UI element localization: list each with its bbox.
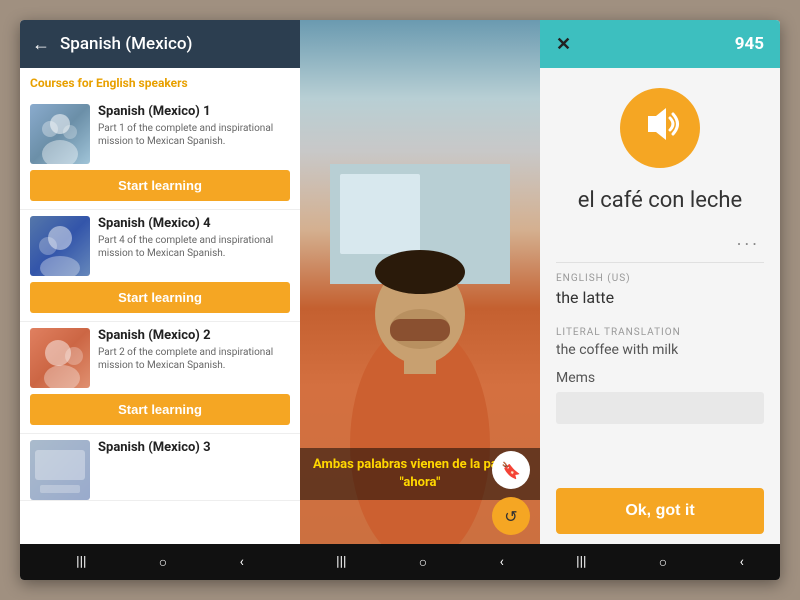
- left-title: Spanish (Mexico): [60, 34, 192, 54]
- video-controls: 🔖 ↺: [492, 451, 530, 535]
- right-nav-home-icon[interactable]: ○: [659, 554, 667, 571]
- left-panel: ← Spanish (Mexico) Courses for English s…: [20, 20, 300, 580]
- left-nav-home-icon[interactable]: ○: [159, 554, 167, 571]
- course-desc-2: Part 4 of the complete and inspirational…: [98, 234, 290, 260]
- course-title-1: Spanish (Mexico) 1: [98, 104, 290, 119]
- mems-section: Mems: [556, 370, 764, 436]
- right-nav-menu-icon[interactable]: |||: [576, 554, 586, 570]
- right-nav-bar: ||| ○ ‹: [540, 544, 780, 580]
- close-button[interactable]: ✕: [556, 34, 571, 55]
- course-info-1: Spanish (Mexico) 1 Part 1 of the complet…: [98, 104, 290, 148]
- left-nav-menu-icon[interactable]: |||: [76, 554, 86, 570]
- mid-nav-home-icon[interactable]: ○: [419, 554, 427, 571]
- course-info-4: Spanish (Mexico) 3: [98, 440, 290, 458]
- course-thumb-3: [30, 328, 90, 388]
- start-learning-btn-2[interactable]: Start learning: [30, 282, 290, 313]
- mid-nav-menu-icon[interactable]: |||: [336, 554, 346, 570]
- back-button[interactable]: ←: [32, 34, 50, 55]
- course-desc-3: Part 2 of the complete and inspirational…: [98, 346, 290, 372]
- english-label: ENGLISH (US): [556, 273, 764, 284]
- right-nav-back-icon[interactable]: ‹: [740, 554, 744, 570]
- phrase-display: el café con leche: [578, 188, 742, 213]
- course-thumb-2: [30, 216, 90, 276]
- ok-got-it-button[interactable]: Ok, got it: [556, 488, 764, 534]
- bookmark-button[interactable]: 🔖: [492, 451, 530, 489]
- course-item-3: Spanish (Mexico) 2 Part 2 of the complet…: [20, 322, 300, 434]
- course-item-2: Spanish (Mexico) 4 Part 4 of the complet…: [20, 210, 300, 322]
- left-header: ← Spanish (Mexico): [20, 20, 300, 68]
- literal-section: LITERAL TRANSLATION the coffee with milk: [556, 327, 764, 370]
- english-translation: the latte: [556, 288, 764, 307]
- course-desc-1: Part 1 of the complete and inspirational…: [98, 122, 290, 148]
- middle-panel: Ambas palabras vienen de la palabra "aho…: [300, 20, 540, 580]
- course-title-2: Spanish (Mexico) 4: [98, 216, 290, 231]
- mid-nav-back-icon[interactable]: ‹: [500, 554, 504, 570]
- right-panel: ✕ 945 el café con leche ... ENGLISH (US)…: [540, 20, 780, 580]
- literal-label: LITERAL TRANSLATION: [556, 327, 764, 338]
- course-item-1: Spanish (Mexico) 1 Part 1 of the complet…: [20, 98, 300, 210]
- left-nav-bar: ||| ○ ‹: [20, 544, 300, 580]
- mems-input-field[interactable]: [556, 392, 764, 424]
- speaker-icon: [638, 102, 682, 155]
- course-title-4: Spanish (Mexico) 3: [98, 440, 290, 455]
- start-learning-btn-1[interactable]: Start learning: [30, 170, 290, 201]
- start-learning-btn-3[interactable]: Start learning: [30, 394, 290, 425]
- middle-nav-bar: ||| ○ ‹: [300, 544, 540, 580]
- literal-translation: the coffee with milk: [556, 342, 764, 358]
- audio-button[interactable]: [620, 88, 700, 168]
- translation-section: ENGLISH (US) the latte: [556, 262, 764, 319]
- left-nav-back-icon[interactable]: ‹: [240, 554, 244, 570]
- course-title-3: Spanish (Mexico) 2: [98, 328, 290, 343]
- right-content: el café con leche ... ENGLISH (US) the l…: [540, 68, 780, 544]
- more-options-button[interactable]: ...: [737, 229, 764, 250]
- mems-label: Mems: [556, 370, 764, 386]
- score-display: 945: [735, 34, 764, 54]
- course-info-2: Spanish (Mexico) 4 Part 4 of the complet…: [98, 216, 290, 260]
- replay-button[interactable]: ↺: [492, 497, 530, 535]
- course-info-3: Spanish (Mexico) 2 Part 2 of the complet…: [98, 328, 290, 372]
- right-header: ✕ 945: [540, 20, 780, 68]
- course-list: Spanish (Mexico) 1 Part 1 of the complet…: [20, 94, 300, 544]
- course-thumb-1: [30, 104, 90, 164]
- courses-subtitle: Courses for English speakers: [20, 68, 300, 94]
- course-item-4: Spanish (Mexico) 3: [20, 434, 300, 501]
- course-thumb-4: [30, 440, 90, 500]
